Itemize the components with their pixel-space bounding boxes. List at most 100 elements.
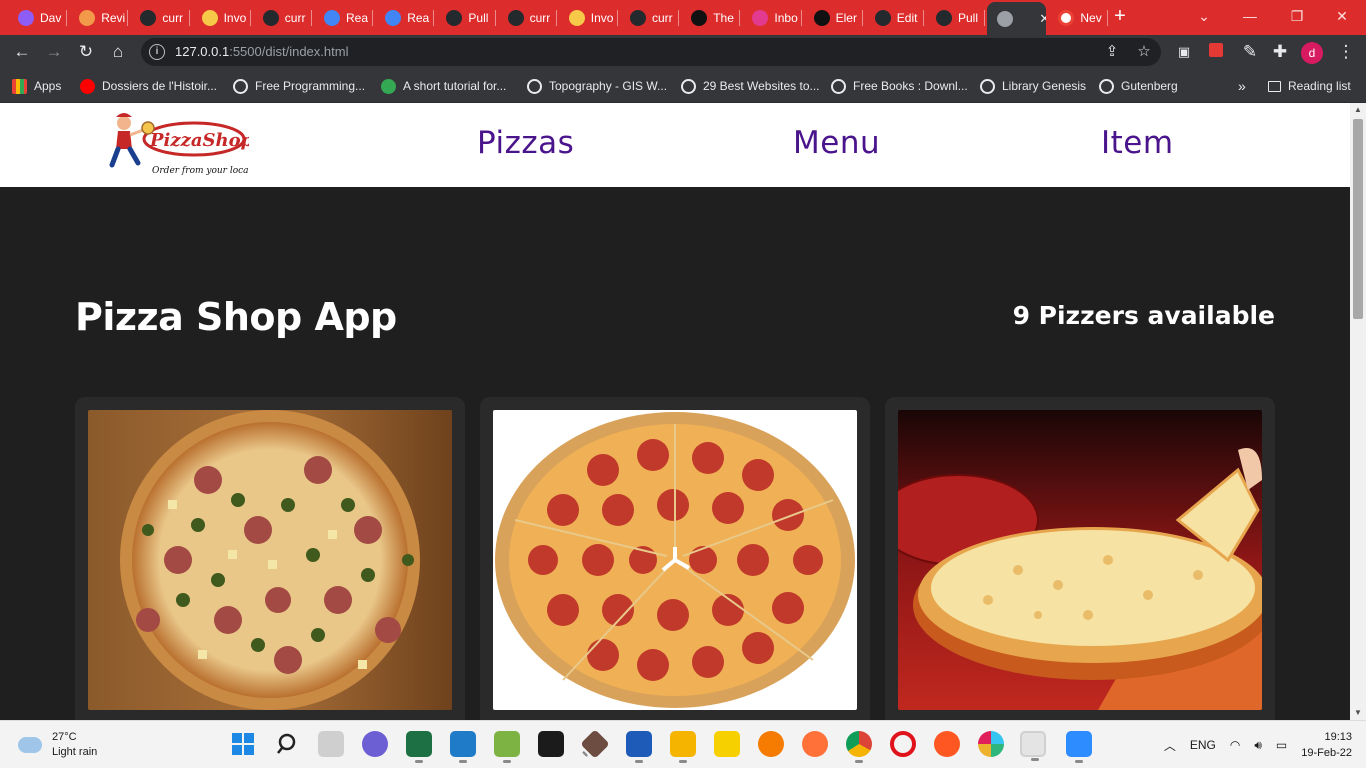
browser-tab[interactable]: Eler [804,4,863,31]
wifi-icon[interactable]: ◠ [1230,738,1240,752]
tab-separator [66,10,68,26]
pizza-card[interactable] [885,397,1275,720]
scroll-down-arrow[interactable]: ▼ [1350,706,1366,720]
extension-icon-1[interactable]: ▣ [1172,40,1196,64]
pizza-shop-logo[interactable]: PizzaShop Order from your local [104,109,249,181]
tab-separator [127,10,129,26]
close-window-button[interactable]: ✕ [1328,4,1356,28]
teams-chat-icon[interactable] [362,731,388,757]
word-icon[interactable] [626,731,652,763]
vscode-icon[interactable] [450,731,476,763]
home-icon[interactable]: ⌂ [106,40,130,64]
pizza-card[interactable] [75,397,465,720]
browser-tab[interactable]: curr [253,4,312,31]
bookmark-item[interactable]: Gutenberg [1099,76,1178,96]
maximize-button[interactable]: ❐ [1283,4,1311,28]
browser-tab[interactable]: Rea [314,4,374,31]
weather-widget[interactable]: 27°C Light rain [18,730,97,760]
nav-item[interactable]: Item [1101,125,1174,161]
profile-avatar[interactable]: d [1301,42,1323,64]
apps-grid-icon [12,78,27,94]
tab-favicon-icon [507,9,524,26]
browser-tab-active[interactable]: ✕ [987,2,1047,35]
bookmark-star-icon[interactable]: ☆ [1133,41,1155,63]
browser-tab[interactable]: curr [498,4,557,31]
bookmark-item[interactable]: Free Programming... [233,76,365,96]
tab-title: Invo [223,10,247,25]
scroll-up-arrow[interactable]: ▲ [1350,103,1366,117]
browser-tab[interactable]: Pull [926,4,986,31]
postman-icon[interactable] [934,731,960,757]
notepad-icon[interactable] [494,731,520,763]
scroll-thumb[interactable] [1353,119,1363,319]
site-info-icon[interactable]: i [149,44,165,60]
opera-icon[interactable] [890,731,916,757]
weather-temperature: 27°C [52,731,77,743]
slack-icon[interactable] [978,731,1004,757]
bookmark-item[interactable]: Free Books : Downl... [831,76,968,96]
extensions-puzzle-icon[interactable]: ✚ [1268,40,1292,64]
tab-separator [861,10,863,26]
bookmark-item[interactable]: Apps [12,76,61,96]
browser-tab[interactable]: Invo [559,4,618,31]
browser-tab[interactable]: Revi [69,4,129,31]
browser-tab[interactable]: Pull [436,4,496,31]
search-icon[interactable] [275,731,301,757]
address-bar[interactable]: i 127.0.0.1:5500/dist/index.html ⇪ ☆ [141,38,1161,66]
browser-tab[interactable]: curr [620,4,680,31]
zoom-icon[interactable] [1066,731,1092,763]
new-tab-button[interactable]: + [1110,5,1130,29]
tab-search-icon[interactable]: ⌄ [1190,4,1218,28]
bookmark-item[interactable]: Library Genesis [980,76,1086,96]
tab-separator [372,10,374,26]
nav-menu[interactable]: Menu [793,125,880,161]
page-scrollbar[interactable]: ▲ ▼ [1350,103,1366,720]
browser-tab[interactable]: The [681,4,741,31]
minimize-button[interactable]: — [1236,4,1264,28]
task-view-icon[interactable] [318,731,344,757]
battery-icon[interactable]: ▭ [1276,738,1287,752]
browser-tab[interactable]: Invo [192,4,251,31]
browser-menu-icon[interactable]: ⋮ [1334,40,1358,64]
browser-tab[interactable]: Dav [8,4,68,31]
chrome-icon[interactable] [846,731,872,763]
reload-icon[interactable]: ↻ [74,40,98,64]
terminal-icon[interactable] [538,731,564,757]
git-icon[interactable] [580,729,610,759]
address-url[interactable]: 127.0.0.1:5500/dist/index.html [175,44,348,59]
bookmark-label: Library Genesis [1002,79,1087,93]
bookmark-label: Free Books : Downl... [853,79,968,93]
tray-overflow-icon[interactable]: ︿ [1164,737,1176,754]
firefox-icon[interactable] [802,731,828,757]
bookmark-item[interactable]: 29 Best Websites to... [681,76,820,96]
clock[interactable]: 19:13 19-Feb-22 [1301,729,1352,761]
pizza-card[interactable] [480,397,870,720]
pdf-extension-icon[interactable] [1204,40,1228,64]
pepperoni-pizza-image [493,410,857,710]
forward-icon[interactable]: → [42,40,66,64]
snipping-tool-icon[interactable] [1020,731,1046,761]
excel-icon[interactable] [406,731,432,763]
browser-tab[interactable]: Nev [1048,4,1108,31]
bookmark-item[interactable]: A short tutorial for... [381,76,506,96]
volume-icon[interactable]: 🔊︎ [1254,738,1262,753]
share-icon[interactable]: ⇪ [1101,41,1123,63]
tab-close-icon[interactable]: ✕ [1039,11,1046,27]
browser-tab[interactable]: Rea [375,4,435,31]
file-explorer-icon[interactable] [670,731,696,763]
vpn-shield-icon[interactable] [758,731,784,757]
bookmarks-overflow-button[interactable]: » [1238,76,1246,96]
pen-extension-icon[interactable]: ✎ [1238,40,1262,64]
reading-list-button[interactable]: Reading list [1268,76,1351,96]
back-icon[interactable]: ← [10,40,34,64]
bookmark-item[interactable]: Topography - GIS W... [527,76,667,96]
browser-tab[interactable]: Inbo [742,4,802,31]
tab-title: Rea [346,10,369,25]
bookmark-item[interactable]: Dossiers de l'Histoir... [80,76,217,96]
nav-pizzas[interactable]: Pizzas [477,125,574,161]
browser-tab[interactable]: Edit [865,4,924,31]
sticky-notes-icon[interactable] [714,731,740,757]
start-menu-icon[interactable] [230,731,256,757]
input-language[interactable]: ENG [1190,738,1216,752]
browser-tab[interactable]: curr [130,4,190,31]
